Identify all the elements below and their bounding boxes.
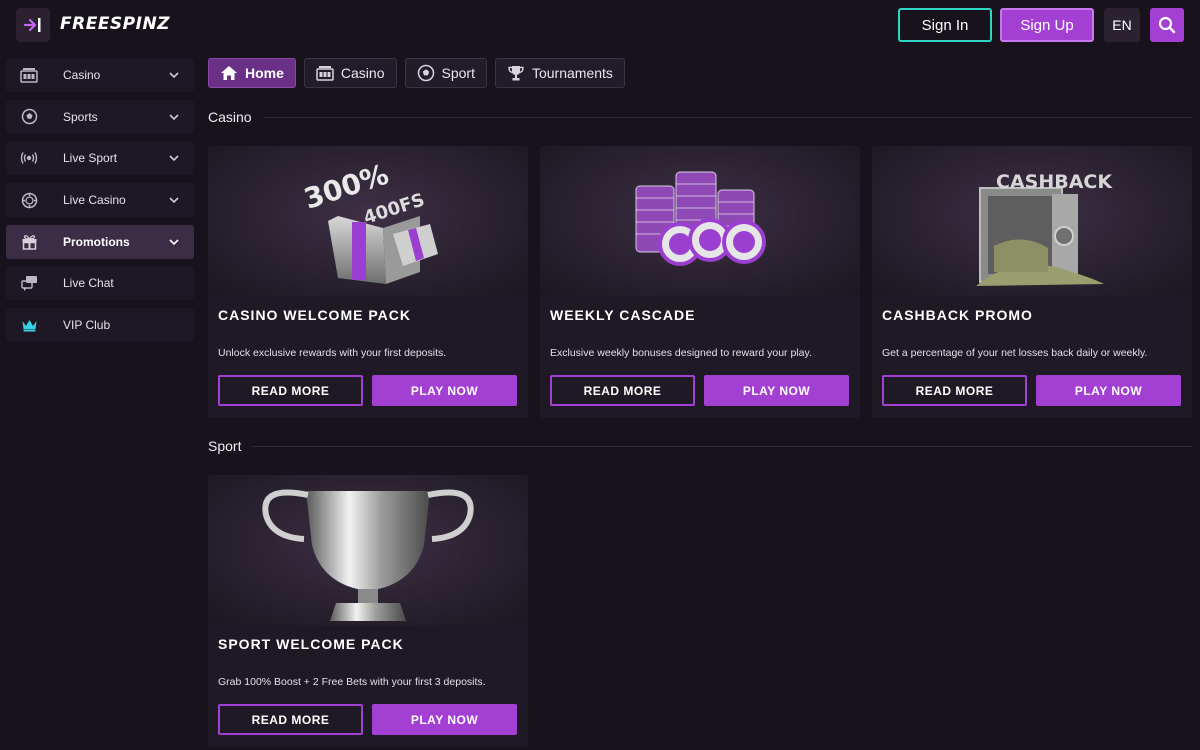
sidebar-nav: Casino Sports Live Sport Live Casino Pro… bbox=[6, 58, 194, 350]
play-now-button[interactable]: PLAY NOW bbox=[1036, 375, 1181, 406]
search-icon bbox=[1158, 16, 1176, 34]
promo-card-description: Unlock exclusive rewards with your first… bbox=[218, 347, 447, 359]
slot-machine-icon bbox=[20, 66, 38, 84]
sidebar-item-label: VIP Club bbox=[63, 318, 111, 333]
casino-chips-illustration bbox=[635, 171, 766, 266]
chevron-down-icon bbox=[169, 197, 179, 204]
tab-label: Casino bbox=[340, 65, 385, 81]
play-now-button[interactable]: PLAY NOW bbox=[372, 704, 517, 735]
play-now-button[interactable]: PLAY NOW bbox=[704, 375, 849, 406]
promo-card-cashback: CASHBACK CASHBACK PROMO Get a percentage… bbox=[872, 146, 1192, 418]
chevron-down-icon bbox=[169, 72, 179, 79]
sidebar-item-label: Live Casino bbox=[63, 193, 126, 208]
language-selector[interactable]: EN bbox=[1104, 8, 1140, 42]
tab-home[interactable]: Home bbox=[208, 58, 296, 88]
tab-tournaments[interactable]: Tournaments bbox=[494, 58, 625, 88]
sign-up-button[interactable]: Sign Up bbox=[1000, 8, 1094, 42]
category-tabs: Home Casino Sport Tournaments bbox=[208, 58, 625, 88]
sidebar-item-live-sport[interactable]: Live Sport bbox=[6, 141, 194, 176]
cash-vault-illustration: CASHBACK bbox=[976, 171, 1113, 286]
silver-trophy-illustration bbox=[262, 489, 474, 621]
section-divider bbox=[264, 117, 1192, 118]
sidebar-item-label: Sports bbox=[63, 109, 98, 124]
sidebar-item-live-chat[interactable]: Live Chat bbox=[6, 266, 194, 301]
promo-image-trophy bbox=[208, 475, 528, 625]
sidebar-item-label: Casino bbox=[63, 68, 101, 82]
tab-sport[interactable]: Sport bbox=[404, 58, 487, 88]
gift-box-illustration: 300% 400FS bbox=[300, 158, 438, 284]
search-button[interactable] bbox=[1150, 8, 1184, 42]
trophy-icon bbox=[508, 66, 524, 81]
sign-in-button[interactable]: Sign In bbox=[898, 8, 992, 42]
menu-toggle-button[interactable] bbox=[16, 8, 50, 42]
promo-image-vault: CASHBACK bbox=[872, 146, 1192, 296]
promo-card-description: Exclusive weekly bonuses designed to rew… bbox=[550, 347, 812, 359]
sidebar-item-promotions[interactable]: Promotions bbox=[6, 224, 194, 259]
top-header: FREESPINZ Sign In Sign Up EN bbox=[0, 0, 1200, 50]
promo-card-title: WEEKLY CASCADE bbox=[550, 307, 696, 323]
sidebar-item-vip-club[interactable]: VIP Club bbox=[6, 308, 194, 343]
read-more-button[interactable]: READ MORE bbox=[882, 375, 1027, 406]
section-title-casino: Casino bbox=[208, 109, 252, 125]
read-more-button[interactable]: READ MORE bbox=[550, 375, 695, 406]
promo-card-casino-welcome: 300% 400FS CASINO WELCOME PACK Unlock ex… bbox=[208, 146, 528, 418]
promo-image-gift-box: 300% 400FS bbox=[208, 146, 528, 296]
section-divider bbox=[252, 446, 1192, 447]
slot-machine-icon bbox=[316, 66, 334, 81]
promo-card-title: CASHBACK PROMO bbox=[882, 307, 1033, 323]
sidebar-item-label: Live Sport bbox=[63, 151, 118, 166]
sidebar-item-live-casino[interactable]: Live Casino bbox=[6, 183, 194, 218]
tab-casino[interactable]: Casino bbox=[303, 58, 397, 88]
sidebar-toggle-icon bbox=[23, 18, 41, 32]
tab-label: Tournaments bbox=[531, 65, 613, 81]
chevron-down-icon bbox=[169, 155, 179, 162]
promo-card-description: Get a percentage of your net losses back… bbox=[882, 347, 1148, 359]
sidebar-item-label: Promotions bbox=[63, 234, 130, 249]
section-title-sport: Sport bbox=[208, 438, 242, 454]
home-icon bbox=[221, 66, 237, 80]
chevron-down-icon bbox=[169, 114, 179, 120]
chat-icon bbox=[20, 274, 38, 292]
sidebar-item-label: Live Chat bbox=[63, 276, 114, 291]
gift-icon bbox=[20, 233, 38, 251]
sidebar-item-sports[interactable]: Sports bbox=[6, 99, 194, 134]
site-logo[interactable]: FREESPINZ bbox=[60, 14, 170, 34]
promo-card-sport-welcome: SPORT WELCOME PACK Grab 100% Boost + 2 F… bbox=[208, 475, 528, 747]
promo-card-weekly-cascade: WEEKLY CASCADE Exclusive weekly bonuses … bbox=[540, 146, 860, 418]
casino-chip-icon bbox=[20, 191, 38, 209]
promo-card-title: SPORT WELCOME PACK bbox=[218, 636, 404, 652]
chevron-down-icon bbox=[169, 239, 179, 245]
promo-card-title: CASINO WELCOME PACK bbox=[218, 307, 411, 323]
crown-icon bbox=[20, 316, 38, 334]
broadcast-icon bbox=[20, 149, 38, 167]
tab-label: Sport bbox=[441, 65, 475, 81]
tab-label: Home bbox=[245, 65, 284, 81]
soccer-ball-icon bbox=[417, 64, 434, 82]
read-more-button[interactable]: READ MORE bbox=[218, 375, 363, 406]
image-text-cashback: CASHBACK bbox=[996, 171, 1113, 193]
promo-image-chips bbox=[540, 146, 860, 296]
soccer-ball-icon bbox=[20, 108, 38, 126]
promo-card-description: Grab 100% Boost + 2 Free Bets with your … bbox=[218, 676, 486, 688]
play-now-button[interactable]: PLAY NOW bbox=[372, 375, 517, 406]
sidebar-item-casino[interactable]: Casino bbox=[6, 58, 194, 92]
read-more-button[interactable]: READ MORE bbox=[218, 704, 363, 735]
